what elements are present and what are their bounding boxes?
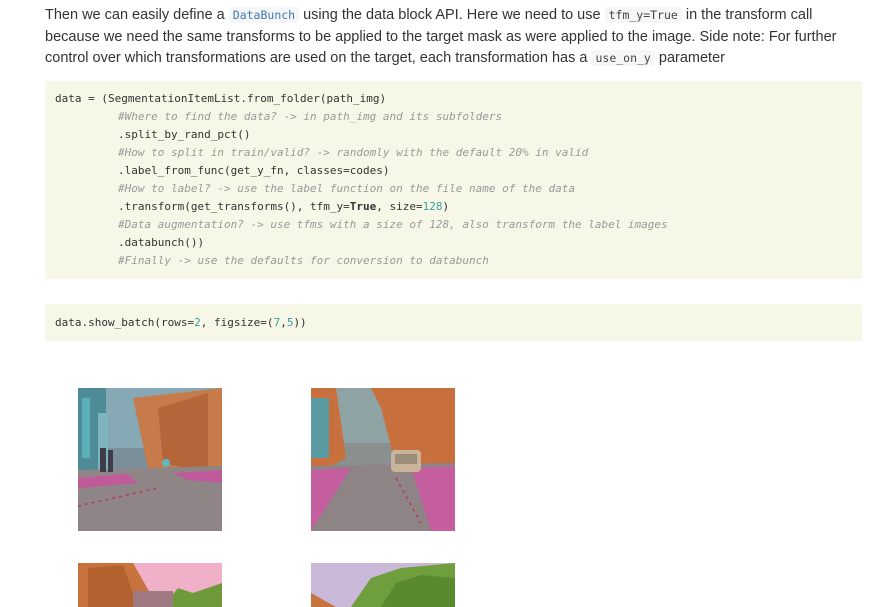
code-token: data.show_batch(rows= [55, 316, 195, 329]
segmentation-image-2 [311, 388, 455, 531]
code-comment: #How to split in train/valid? -> randoml… [118, 146, 589, 159]
code-keyword: True [349, 200, 377, 213]
code-token: , size= [376, 200, 423, 213]
code-number: 128 [422, 200, 443, 213]
code-cell-show-batch[interactable]: data.show_batch(rows=2, figsize=(7,5)) [45, 304, 862, 341]
code-token: )) [293, 316, 307, 329]
code-comment: #Finally -> use the defaults for convers… [118, 254, 489, 267]
code-comment: #Where to find the data? -> in path_img … [118, 110, 503, 123]
code-line: .split_by_rand_pct() [118, 128, 251, 141]
code-line: .transform(get_transforms(), tfm_y=True,… [55, 198, 852, 216]
inline-code-use-on-y: use_on_y [591, 50, 655, 66]
code-line: data.show_batch(rows=2, figsize=(7,5)) [55, 314, 852, 332]
segmentation-image-1 [78, 388, 222, 531]
code-cell-databunch[interactable]: data = (SegmentationItemList.from_folder… [45, 81, 862, 279]
segmentation-image-3 [78, 563, 222, 607]
inline-code-tfm-y: tfm_y=True [604, 7, 682, 23]
code-number: 2 [194, 316, 201, 329]
code-line: data = (SegmentationItemList.from_folder… [55, 92, 387, 105]
code-token: , figsize=( [200, 316, 274, 329]
inline-code-databunch: DataBunch [228, 7, 300, 23]
code-line: .label_from_func(get_y_fn, classes=codes… [118, 164, 390, 177]
code-token: , [280, 316, 287, 329]
code-token: ) [442, 200, 450, 213]
code-comment: #Data augmentation? -> use tfms with a s… [118, 218, 668, 231]
paragraph-text: parameter [654, 50, 725, 66]
code-line: .databunch()) [118, 236, 205, 249]
paragraph-text: using the data block API. Here we need t… [299, 7, 605, 23]
code-token: .transform(get_transforms(), tfm_y= [118, 200, 350, 213]
code-comment: #How to label? -> use the label function… [118, 182, 575, 195]
paragraph-text: Then we can easily define a [45, 7, 229, 23]
segmentation-image-4 [311, 563, 455, 607]
description-paragraph: Then we can easily define a DataBunch us… [45, 5, 860, 70]
